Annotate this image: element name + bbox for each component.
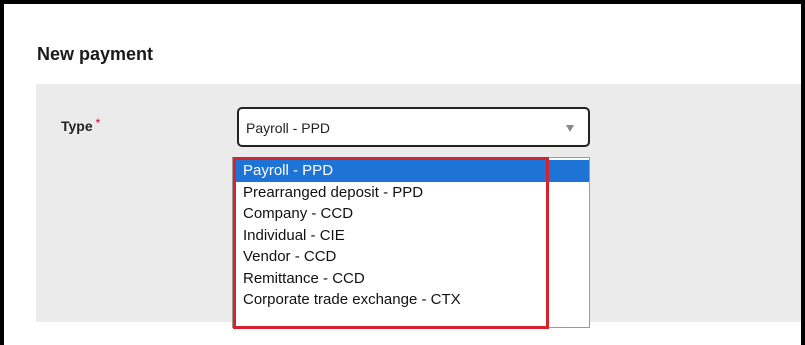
dropdown-option[interactable]: Prearranged deposit - PPD [233,182,589,204]
dropdown-option[interactable]: Payroll - PPD [233,160,589,182]
dropdown-option[interactable]: Corporate trade exchange - CTX [233,289,589,311]
dropdown-option[interactable]: Individual - CIE [233,225,589,247]
type-field-label: Type * [61,116,101,134]
type-select-value: Payroll - PPD [246,120,331,136]
type-label-text: Type [61,118,93,134]
required-marker: * [95,116,101,130]
chevron-down-icon [566,125,574,132]
dropdown-option[interactable]: Vendor - CCD [233,246,589,268]
dropdown-option[interactable]: Company - CCD [233,203,589,225]
page-title: New payment [37,44,154,64]
type-dropdown-list: Payroll - PPD Prearranged deposit - PPD … [232,157,590,328]
dropdown-option[interactable]: Remittance - CCD [233,268,589,290]
type-select[interactable]: Payroll - PPD [237,107,590,147]
